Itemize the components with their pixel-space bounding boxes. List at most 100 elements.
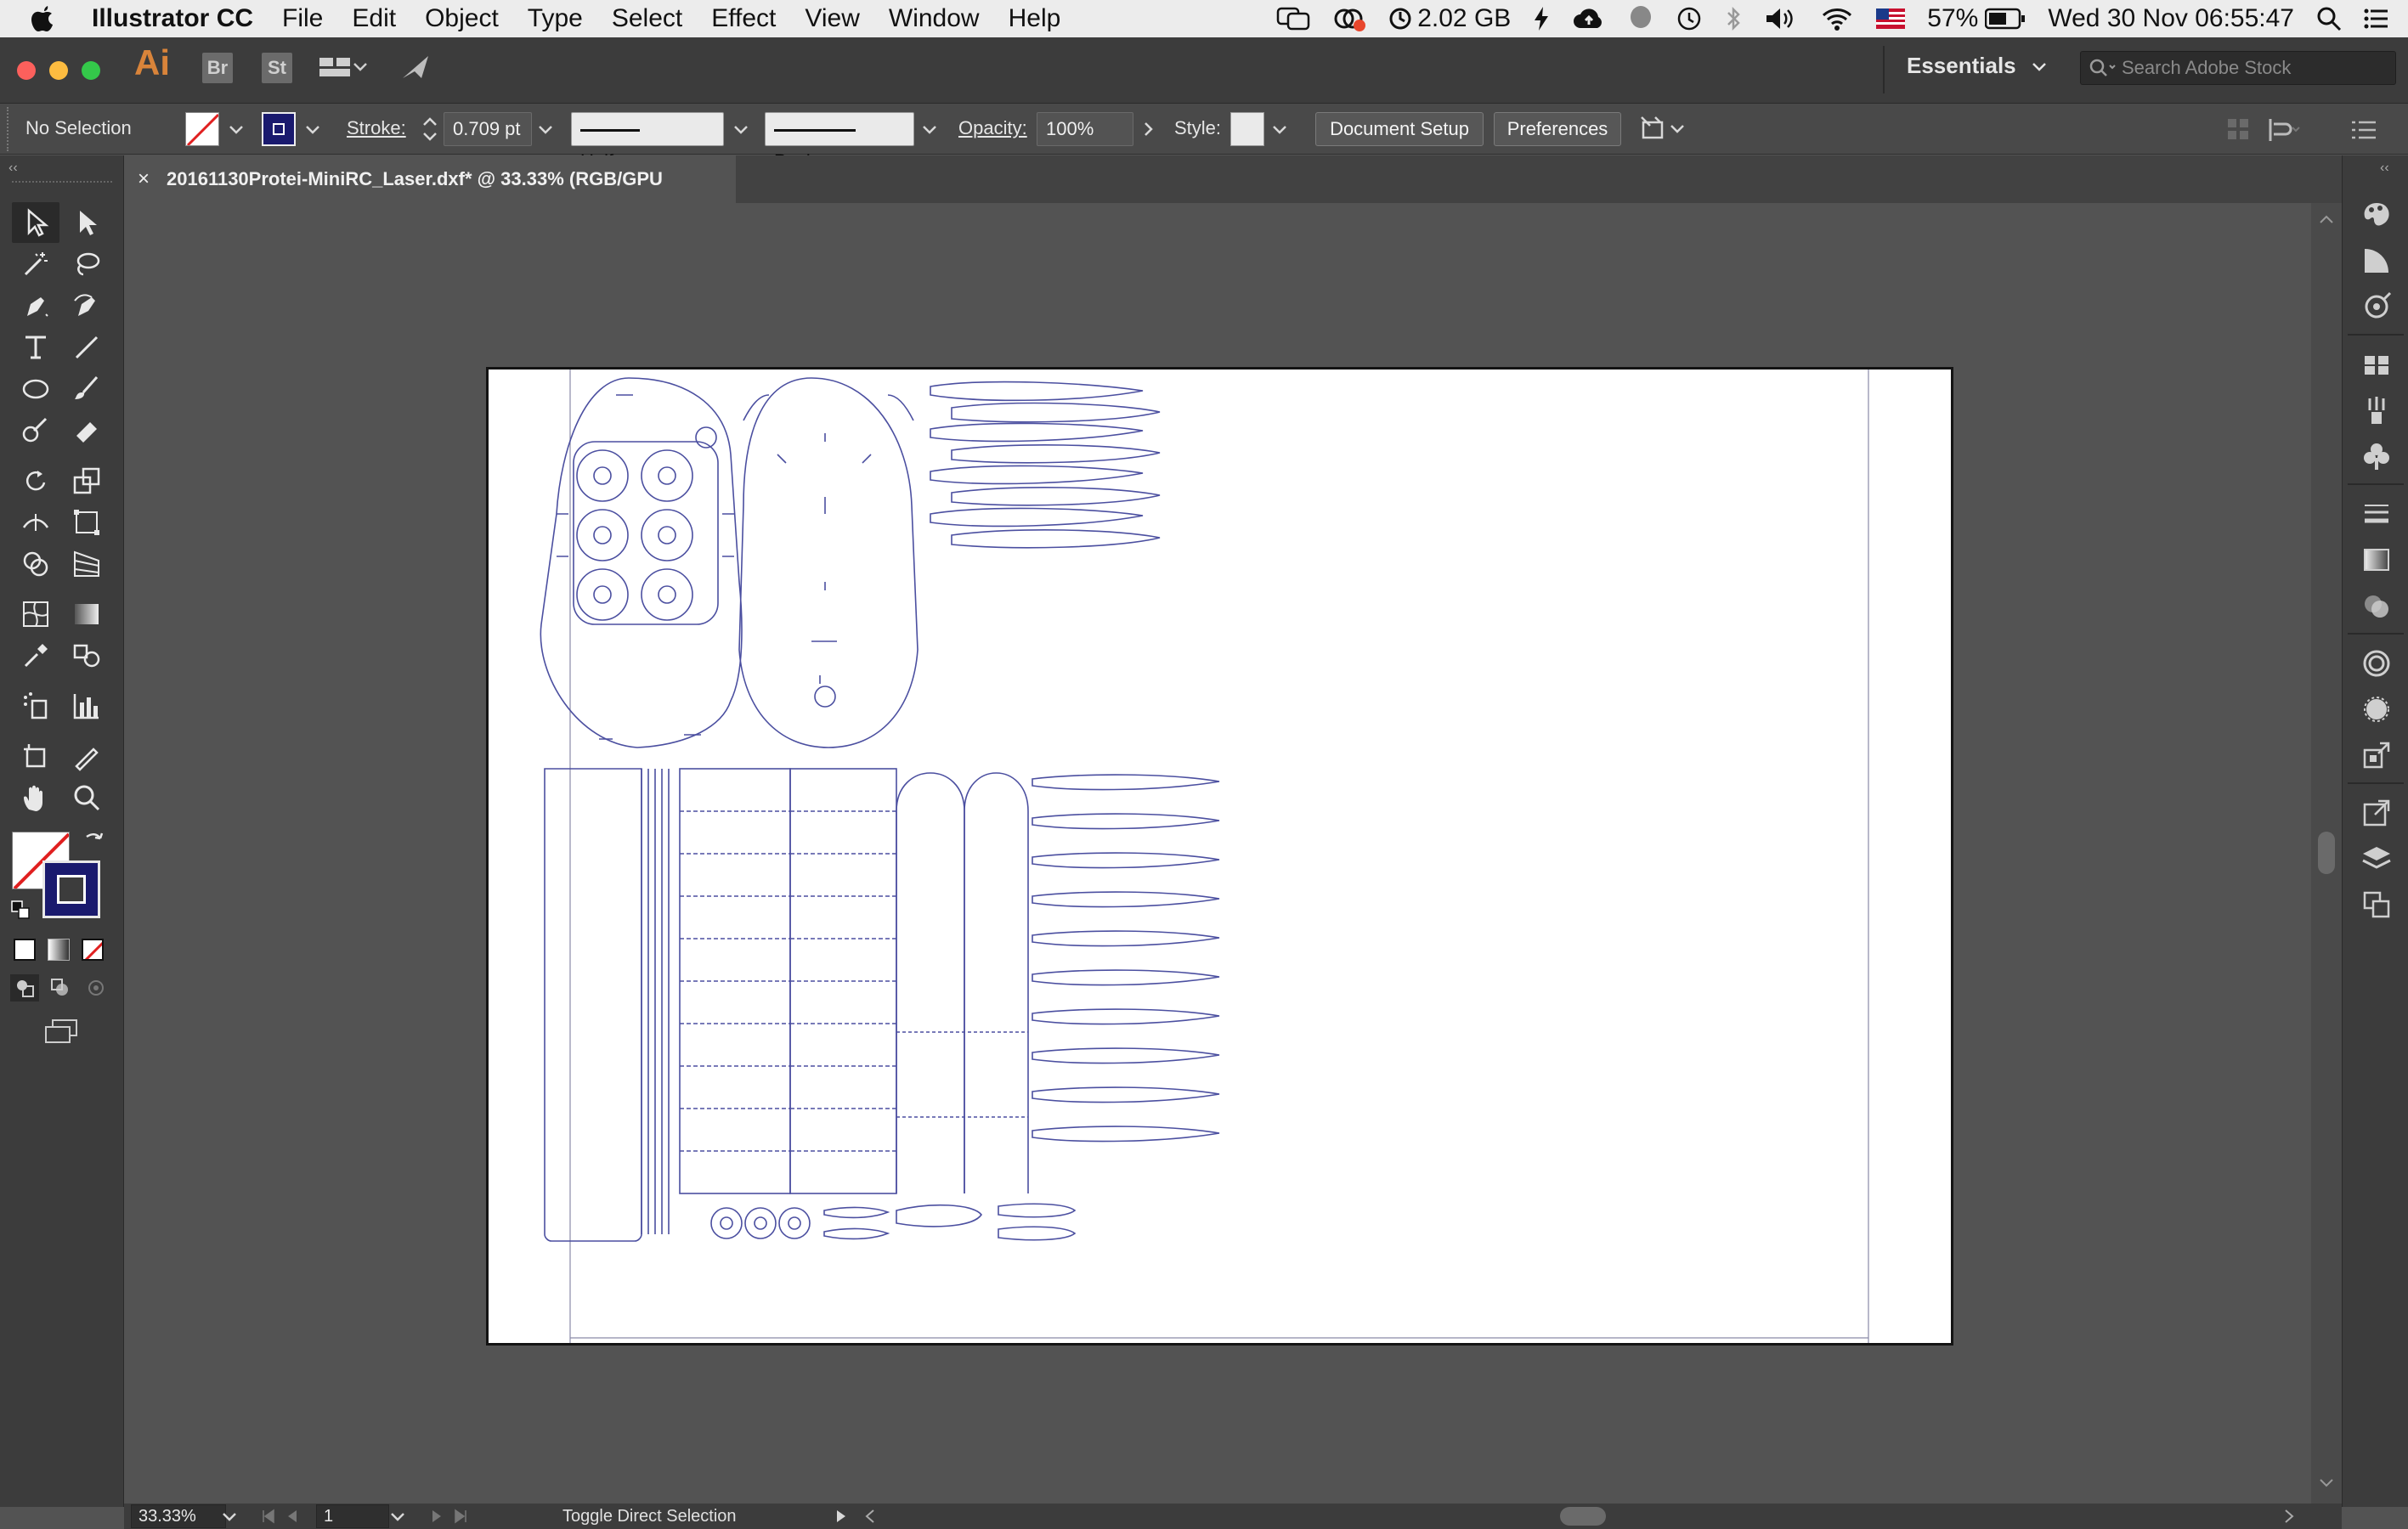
- zoom-window-button[interactable]: [82, 61, 100, 80]
- laser-cut-drawing[interactable]: [489, 370, 1951, 1343]
- shaper-tool[interactable]: [12, 410, 59, 451]
- chevron-right-icon[interactable]: [1142, 121, 1156, 138]
- clock[interactable]: Wed 30 Nov 06:55:47: [2048, 4, 2294, 33]
- close-document-icon[interactable]: ×: [138, 155, 150, 203]
- gradient-mode-button[interactable]: [48, 939, 70, 961]
- minimize-window-button[interactable]: [49, 61, 68, 80]
- panel-grip[interactable]: [12, 181, 112, 183]
- swatches-icon[interactable]: [2360, 347, 2394, 381]
- adobe-stock-search-input[interactable]: Search Adobe Stock: [2080, 51, 2396, 85]
- vertical-scrollbar[interactable]: [2311, 203, 2342, 1504]
- symbol-sprayer-tool[interactable]: [12, 686, 59, 726]
- battery-status[interactable]: 57%: [1927, 4, 2026, 33]
- default-fill-stroke-icon[interactable]: [10, 900, 31, 920]
- status-menu-arrow-icon[interactable]: [834, 1508, 848, 1525]
- gradient-panel-icon[interactable]: [2360, 543, 2394, 577]
- vertical-scroll-thumb[interactable]: [2318, 832, 2335, 874]
- menu-effect[interactable]: Effect: [711, 4, 776, 33]
- graphic-styles-icon[interactable]: [2360, 692, 2394, 726]
- column-graph-tool[interactable]: [63, 686, 110, 726]
- menu-object[interactable]: Object: [425, 4, 499, 33]
- menu-window[interactable]: Window: [889, 4, 980, 33]
- transparency-icon[interactable]: [2360, 589, 2394, 623]
- color-panel-icon[interactable]: [2360, 198, 2394, 232]
- brushes-icon[interactable]: [2360, 393, 2394, 427]
- appearance-icon[interactable]: [2360, 646, 2394, 680]
- document-setup-button[interactable]: Document Setup: [1315, 112, 1484, 146]
- stroke-swatch-large[interactable]: [42, 860, 100, 918]
- creative-cloud-sync-icon[interactable]: [1332, 5, 1366, 32]
- stroke-weight-stepper[interactable]: [420, 114, 440, 144]
- chevron-down-icon[interactable]: [389, 1511, 406, 1523]
- menu-file[interactable]: File: [282, 4, 323, 33]
- horizontal-scroll-thumb[interactable]: [1560, 1507, 1606, 1526]
- spotlight-search-icon[interactable]: [2316, 6, 2342, 31]
- gpu-performance-icon[interactable]: [399, 53, 433, 83]
- zoom-level-field[interactable]: 33.33%: [131, 1504, 226, 1528]
- arrange-documents-button[interactable]: [318, 54, 369, 80]
- volume-icon[interactable]: [1764, 6, 1798, 31]
- menu-select[interactable]: Select: [612, 4, 682, 33]
- gradient-tool[interactable]: [63, 594, 110, 635]
- scroll-right-icon[interactable]: [2282, 1508, 2296, 1525]
- free-transform-tool[interactable]: [63, 502, 110, 543]
- wifi-icon[interactable]: [1820, 6, 1854, 31]
- zoom-tool[interactable]: [63, 777, 110, 818]
- variable-width-profile[interactable]: Uniform: [571, 112, 724, 172]
- chevron-down-icon[interactable]: [921, 124, 938, 136]
- last-artboard-icon[interactable]: [452, 1508, 469, 1525]
- menu-help[interactable]: Help: [1009, 4, 1061, 33]
- pen-tool[interactable]: [12, 285, 59, 326]
- fill-color-swatch[interactable]: [185, 112, 219, 146]
- chevron-down-icon[interactable]: [221, 1511, 238, 1523]
- stroke-panel-icon[interactable]: [2360, 497, 2394, 531]
- mesh-tool[interactable]: [12, 594, 59, 635]
- rotate-tool[interactable]: [12, 460, 59, 501]
- type-tool[interactable]: [12, 327, 59, 368]
- next-artboard-icon[interactable]: [428, 1508, 445, 1525]
- memory-clean-icon[interactable]: 2.02 GB: [1388, 4, 1511, 33]
- chevron-down-icon[interactable]: [304, 124, 321, 136]
- eraser-tool[interactable]: [63, 410, 110, 451]
- previous-artboard-icon[interactable]: [284, 1508, 301, 1525]
- go-to-stock-button[interactable]: St: [262, 53, 292, 83]
- workspace-switcher[interactable]: Essentials: [1907, 53, 2048, 79]
- expand-panels-icon[interactable]: ‹‹: [2380, 161, 2389, 176]
- document-canvas[interactable]: [124, 203, 2311, 1504]
- opacity-label[interactable]: Opacity:: [958, 117, 1027, 139]
- symbols-icon[interactable]: [2360, 439, 2394, 473]
- ellipse-tool[interactable]: [12, 369, 59, 409]
- draw-behind-button[interactable]: [46, 974, 75, 1001]
- collapse-panel-icon[interactable]: ‹‹: [8, 161, 18, 176]
- first-artboard-icon[interactable]: [260, 1508, 277, 1525]
- chevron-down-icon[interactable]: [228, 124, 245, 136]
- slice-tool[interactable]: [63, 736, 110, 776]
- eyedropper-tool[interactable]: [12, 635, 59, 676]
- stroke-weight-field[interactable]: 0.709 pt: [444, 112, 532, 146]
- graphic-style-swatch[interactable]: [1230, 112, 1264, 146]
- chevron-down-icon[interactable]: [537, 124, 554, 136]
- stroke-color-swatch[interactable]: [262, 112, 296, 146]
- layers-icon[interactable]: [2360, 842, 2394, 876]
- selection-tool[interactable]: [12, 202, 59, 243]
- us-flag-icon[interactable]: [1876, 8, 1906, 29]
- messages-icon[interactable]: [1276, 5, 1310, 32]
- paintbrush-tool[interactable]: [63, 369, 110, 409]
- chevron-down-icon[interactable]: [732, 124, 749, 136]
- export-icon[interactable]: [2360, 796, 2394, 830]
- blend-tool[interactable]: [63, 635, 110, 676]
- scale-tool[interactable]: [63, 460, 110, 501]
- distribute-icon[interactable]: [2267, 117, 2301, 143]
- flash-icon[interactable]: [1533, 6, 1550, 31]
- panel-grip[interactable]: [7, 107, 10, 151]
- document-tab[interactable]: × 20161130Protei-MiniRC_Laser.dxf* @ 33.…: [124, 155, 736, 237]
- artboards-icon[interactable]: [2360, 888, 2394, 922]
- asset-export-icon[interactable]: [2360, 738, 2394, 772]
- width-tool[interactable]: [12, 502, 59, 543]
- scroll-left-icon[interactable]: [863, 1508, 877, 1525]
- apple-icon[interactable]: [31, 4, 68, 33]
- bluetooth-icon[interactable]: [1725, 6, 1742, 31]
- align-grid-icon[interactable]: [2226, 117, 2252, 143]
- artboard-number-field[interactable]: 1: [316, 1504, 389, 1528]
- go-to-bridge-button[interactable]: Br: [202, 53, 233, 83]
